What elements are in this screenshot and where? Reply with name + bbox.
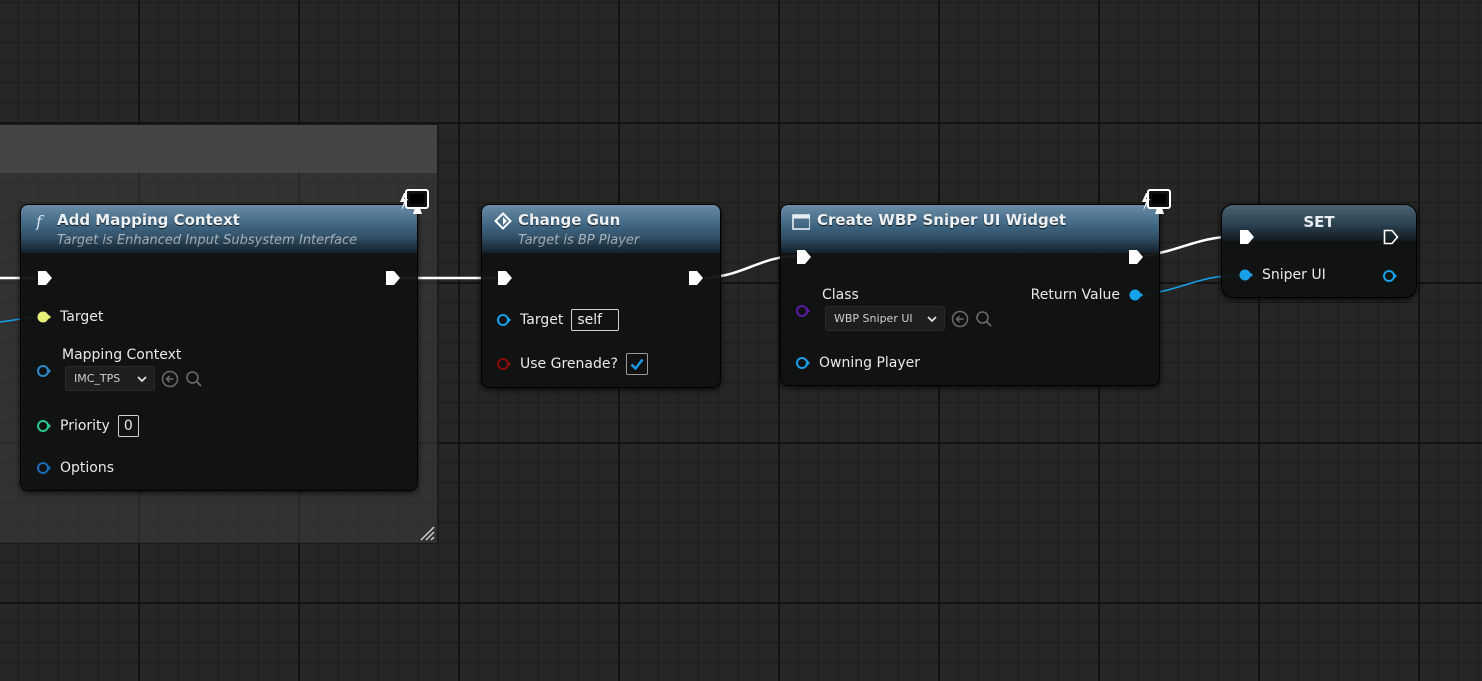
- exec-out-pin[interactable]: [385, 270, 401, 286]
- pin-row-use-grenade[interactable]: Use Grenade?: [497, 353, 648, 375]
- pin-label: Priority: [60, 418, 110, 434]
- widget-icon: [792, 214, 810, 230]
- use-selected-icon[interactable]: [161, 370, 179, 388]
- exec-out-pin[interactable]: [1128, 249, 1144, 265]
- node-set[interactable]: SET Sniper UI: [1221, 204, 1417, 298]
- node-header[interactable]: Change Gun Target is BP Player: [482, 205, 720, 253]
- node-title: Create WBP Sniper UI Widget: [817, 211, 1067, 229]
- node-header[interactable]: Create WBP Sniper UI Widget: [781, 205, 1159, 253]
- options-pin-icon[interactable]: [37, 461, 51, 475]
- use-grenade-pin-icon[interactable]: [497, 357, 511, 371]
- node-change-gun[interactable]: Change Gun Target is BP Player Target se…: [481, 204, 721, 388]
- exec-in-pin[interactable]: [1239, 229, 1255, 245]
- node-subtitle: Target is BP Player: [518, 233, 640, 248]
- dropdown-value: IMC_TPS: [74, 372, 121, 385]
- pin-row-return-value[interactable]: Return Value: [1031, 287, 1143, 303]
- function-icon: f: [35, 212, 45, 230]
- pin-label: Return Value: [1030, 287, 1120, 303]
- pin-label: Target: [520, 312, 564, 328]
- node-title: Add Mapping Context: [57, 211, 240, 229]
- exec-out-pin[interactable]: [1383, 229, 1399, 245]
- node-subtitle: Target is Enhanced Input Subsystem Inter…: [57, 233, 358, 248]
- pin-label: Owning Player: [819, 355, 921, 371]
- pin-row-class-label: Class: [822, 287, 859, 303]
- pin-label: Class: [822, 287, 859, 303]
- priority-pin-icon[interactable]: [37, 419, 51, 433]
- pin-label: Use Grenade?: [520, 356, 618, 372]
- exec-in-pin[interactable]: [796, 249, 812, 265]
- return-value-pin-icon[interactable]: [1129, 288, 1143, 302]
- pin-label: Target: [60, 309, 104, 325]
- target-pin-icon[interactable]: [37, 310, 51, 324]
- pin-row-target[interactable]: Target: [37, 309, 103, 325]
- latent-network-icon: [400, 189, 429, 214]
- use-selected-icon[interactable]: [951, 310, 969, 328]
- mapping-context-dropdown[interactable]: IMC_TPS: [65, 366, 155, 391]
- node-title: Change Gun: [518, 211, 621, 229]
- sniper-ui-out-pin-icon[interactable]: [1383, 269, 1397, 283]
- sniper-ui-in-pin-icon[interactable]: [1239, 268, 1253, 282]
- node-create-widget[interactable]: Create WBP Sniper UI Widget Class WBP Sn…: [780, 204, 1160, 386]
- pin-label: Options: [60, 460, 115, 476]
- resize-handle-icon[interactable]: [419, 525, 435, 541]
- class-pin-icon[interactable]: [796, 304, 810, 318]
- mapping-context-pin-icon[interactable]: [37, 364, 51, 378]
- checkmark-icon: [630, 358, 644, 371]
- pin-row-target[interactable]: Target self: [497, 309, 620, 331]
- pin-row-owning-player[interactable]: Owning Player: [796, 355, 920, 371]
- chevron-down-icon: [137, 375, 147, 382]
- exec-out-pin[interactable]: [688, 270, 704, 286]
- event-diamond-icon: [494, 212, 512, 230]
- exec-in-pin[interactable]: [37, 270, 53, 286]
- target-pin-icon[interactable]: [497, 313, 511, 327]
- latent-network-icon: [1142, 189, 1171, 214]
- pin-row-mapping-context-label: Mapping Context: [62, 347, 181, 363]
- node-header[interactable]: f Add Mapping Context Target is Enhanced…: [21, 205, 417, 253]
- class-dropdown[interactable]: WBP Sniper UI: [825, 306, 945, 331]
- pin-row-sniper-ui[interactable]: Sniper UI: [1239, 267, 1326, 283]
- browse-search-icon[interactable]: [975, 310, 993, 328]
- pin-row-options[interactable]: Options: [37, 460, 114, 476]
- comment-header[interactable]: [0, 125, 437, 173]
- node-add-mapping-context[interactable]: f Add Mapping Context Target is Enhanced…: [20, 204, 418, 491]
- owning-player-pin-icon[interactable]: [796, 356, 810, 370]
- pin-label: Mapping Context: [62, 347, 182, 363]
- chevron-down-icon: [927, 315, 937, 322]
- priority-input[interactable]: 0: [117, 415, 139, 437]
- use-grenade-checkbox[interactable]: [625, 353, 648, 375]
- svg-text:f: f: [35, 212, 45, 230]
- pin-row-priority[interactable]: Priority 0: [37, 415, 139, 437]
- target-self-input[interactable]: self: [571, 309, 620, 331]
- browse-search-icon[interactable]: [185, 370, 203, 388]
- pin-label: Sniper UI: [1262, 267, 1326, 283]
- exec-in-pin[interactable]: [497, 270, 513, 286]
- dropdown-value: WBP Sniper UI: [834, 312, 913, 325]
